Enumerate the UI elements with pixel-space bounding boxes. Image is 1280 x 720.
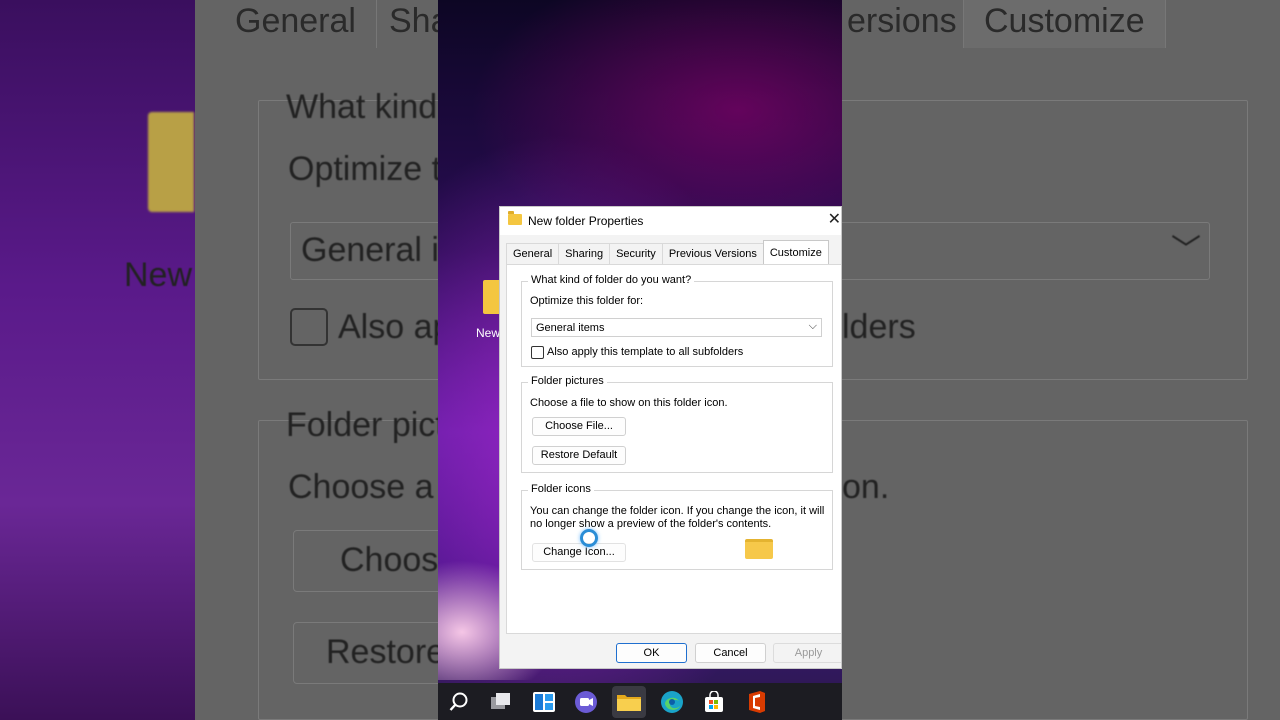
ok-button[interactable]: OK: [616, 643, 687, 663]
cursor-click-indicator: [580, 529, 598, 547]
task-view-icon[interactable]: [488, 689, 514, 715]
tab-security[interactable]: Security: [609, 243, 663, 264]
background-desktop-label: New: [124, 256, 193, 294]
dialog-title: New folder Properties: [528, 214, 644, 228]
restore-default-button[interactable]: Restore Default: [532, 446, 626, 465]
choose-file-button[interactable]: Choose File...: [532, 417, 626, 436]
customize-panel: What kind of folder do you want? Optimiz…: [506, 264, 841, 634]
widgets-icon[interactable]: [531, 689, 557, 715]
tab-sharing[interactable]: Sharing: [558, 243, 611, 264]
background-select-value: General it: [301, 231, 449, 269]
office-icon[interactable]: [744, 689, 770, 715]
background-folder-icon: [148, 112, 194, 212]
close-icon[interactable]: ✕: [828, 211, 841, 229]
file-explorer-icon[interactable]: [612, 686, 646, 718]
background-chevron-down-icon: ﹀: [1171, 234, 1201, 267]
search-icon[interactable]: [446, 689, 472, 715]
background-choose-tail: on.: [842, 468, 890, 506]
taskbar: [438, 683, 842, 720]
background-also-apply: Also ap: [338, 308, 452, 346]
background-subfolders: lders: [842, 308, 916, 346]
chat-icon[interactable]: [573, 689, 599, 715]
background-optimize: Optimize th: [288, 150, 460, 188]
background-folder-pictures: Folder pictu: [286, 406, 464, 444]
folder-pictures-group: Folder pictures Choose a file to show on…: [521, 375, 833, 473]
apply-subfolders-label[interactable]: Also apply this template to all subfolde…: [547, 346, 743, 358]
background-heading: What kind: [286, 88, 438, 126]
folder-type-heading: What kind of folder do you want?: [528, 274, 695, 286]
folder-icons-description-line2: no longer show a preview of the folder's…: [530, 518, 772, 530]
desktop-folder-label[interactable]: New: [476, 326, 500, 340]
optimize-select[interactable]: General items ⌵: [531, 318, 822, 337]
apply-subfolders-checkbox[interactable]: [531, 346, 544, 359]
background-wallpaper: [0, 0, 195, 720]
tab-previous-versions[interactable]: Previous Versions: [661, 243, 764, 264]
folder-icon: [508, 211, 522, 225]
optimize-label: Optimize this folder for:: [530, 295, 644, 307]
folder-properties-dialog: New folder Properties ✕ General Sharing …: [499, 206, 842, 669]
folder-icons-group: Folder icons You can change the folder i…: [521, 483, 833, 570]
folder-pictures-heading: Folder pictures: [528, 375, 607, 387]
store-icon[interactable]: [701, 689, 727, 715]
optimize-select-value: General items: [536, 322, 605, 334]
change-icon-button[interactable]: Change Icon...: [532, 543, 626, 562]
tab-customize[interactable]: Customize: [762, 240, 829, 264]
background-choose-text: Choose a f: [288, 468, 453, 506]
background-tab-customize: Customize: [963, 0, 1166, 48]
edge-icon[interactable]: [659, 689, 685, 715]
apply-button[interactable]: Apply: [773, 643, 841, 663]
folder-icons-description-line1: You can change the folder icon. If you c…: [530, 505, 825, 517]
background-tab-versions: ersions: [847, 2, 957, 40]
background-restore-button-label: Restore: [326, 633, 446, 671]
background-tab-general: General: [215, 0, 377, 48]
cancel-button[interactable]: Cancel: [695, 643, 766, 663]
dialog-titlebar[interactable]: New folder Properties ✕: [500, 207, 841, 235]
background-checkbox: [290, 308, 328, 346]
folder-pictures-description: Choose a file to show on this folder ico…: [530, 397, 728, 409]
folder-type-group: What kind of folder do you want? Optimiz…: [521, 274, 833, 367]
folder-icons-heading: Folder icons: [528, 483, 594, 495]
chevron-down-icon: ⌵: [808, 320, 817, 332]
tab-bar: General Sharing Security Previous Versio…: [506, 240, 829, 264]
tab-general[interactable]: General: [506, 243, 560, 264]
folder-preview-icon: [745, 539, 773, 559]
